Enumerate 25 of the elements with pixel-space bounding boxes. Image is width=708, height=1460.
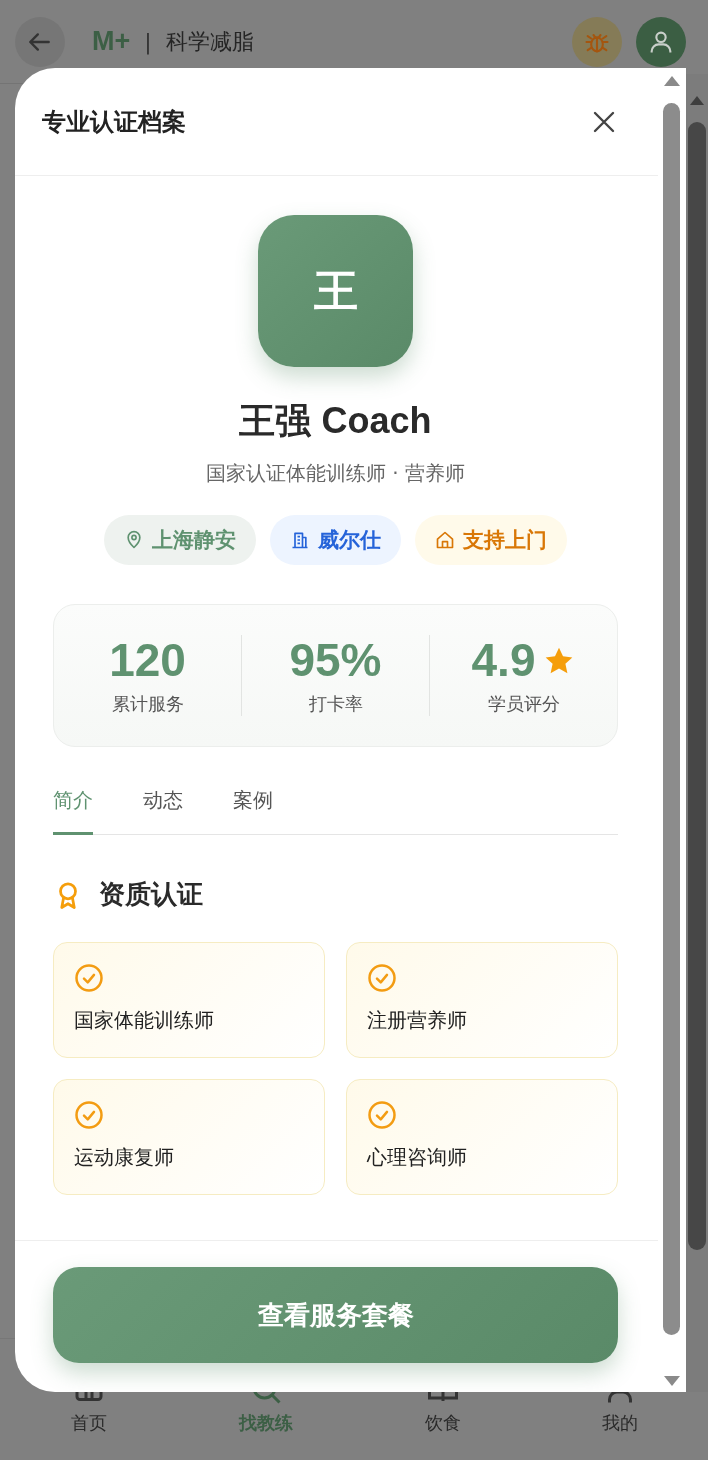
coach-name: 王强 Coach (239, 399, 432, 443)
avatar: 王 (258, 215, 413, 367)
stat-label: 打卡率 (308, 691, 363, 716)
stat-label: 累计服务 (111, 691, 184, 716)
tab[interactable]: 动态 (143, 787, 183, 835)
stat-value: 95% (289, 635, 382, 686)
tab[interactable]: 案例 (233, 787, 273, 835)
app-logo: M+ (92, 26, 131, 57)
page-title: 科学减脂 (165, 27, 254, 56)
section-title: 资质认证 (99, 878, 203, 911)
stat-value: 4.9 (471, 635, 536, 686)
tab[interactable]: 简介 (53, 787, 93, 835)
tag: 威尔仕 (270, 515, 401, 565)
certification-name: 心理咨询师 (367, 1144, 468, 1171)
stat-value: 120 (109, 635, 186, 686)
certification-name: 国家体能训练师 (74, 1007, 215, 1034)
tag: 支持上门 (415, 515, 567, 565)
coach-subtitle: 国家认证体能训练师 · 营养师 (205, 460, 466, 487)
certification-name: 注册营养师 (367, 1007, 468, 1034)
view-packages-button[interactable]: 查看服务套餐 (53, 1267, 618, 1363)
certification-name: 运动康复师 (74, 1144, 175, 1171)
title-separator: | (144, 29, 152, 54)
dialog-title: 专业认证档案 (42, 106, 186, 138)
stat-label: 学员评分 (487, 691, 560, 716)
tag: 上海静安 (104, 515, 256, 565)
